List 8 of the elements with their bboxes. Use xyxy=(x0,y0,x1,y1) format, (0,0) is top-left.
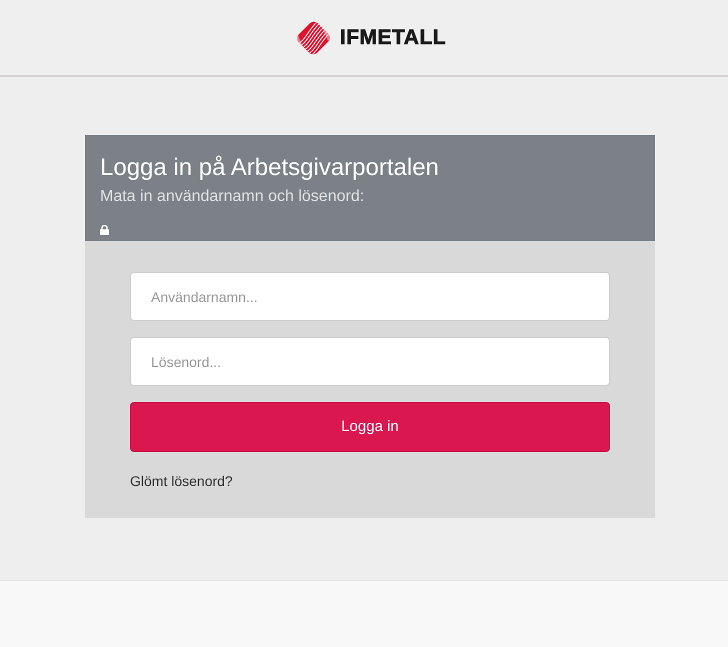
login-title: Logga in på Arbetsgivarportalen xyxy=(100,154,440,182)
username-field[interactable]: Användarnamn... xyxy=(130,272,610,321)
login-subtitle: Mata in användarnamn och lösenord: xyxy=(100,187,366,206)
login-button[interactable]: Logga in xyxy=(130,402,610,452)
logo-wordmark: IFMETALL xyxy=(340,27,446,48)
lock-icon xyxy=(100,225,109,235)
password-field[interactable]: Lösenord... xyxy=(130,337,610,386)
forgot-password-link[interactable]: Glömt lösenord? xyxy=(130,473,233,489)
